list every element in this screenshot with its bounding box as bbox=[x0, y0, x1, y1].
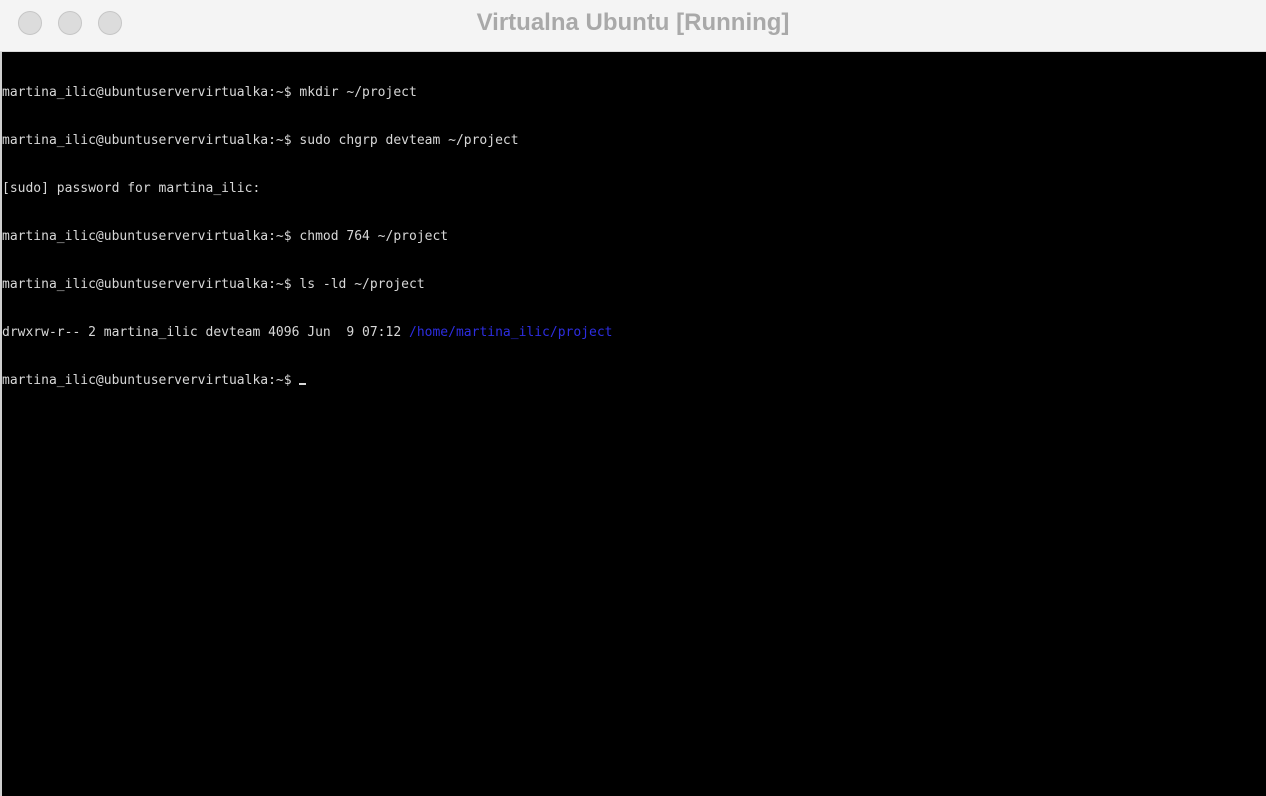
terminal-line: martina_ilic@ubuntuservervirtualka:~$ mk… bbox=[2, 85, 613, 101]
window-title: Virtualna Ubuntu [Running] bbox=[476, 9, 790, 36]
terminal-line-text: martina_ilic@ubuntuservervirtualka:~$ mk… bbox=[2, 85, 417, 100]
terminal-line: martina_ilic@ubuntuservervirtualka:~$ ls… bbox=[2, 277, 613, 293]
text-cursor-icon bbox=[299, 383, 307, 385]
terminal-line: martina_ilic@ubuntuservervirtualka:~$ su… bbox=[2, 133, 613, 149]
vm-window: Virtualna Ubuntu [Running] martina_ilic@… bbox=[0, 0, 1266, 796]
terminal-line-text: drwxrw-r-- 2 martina_ilic devteam 4096 J… bbox=[2, 325, 409, 340]
directory-path-link: /home/martina_ilic/project bbox=[409, 325, 613, 340]
terminal-line-text: martina_ilic@ubuntuservervirtualka:~$ ch… bbox=[2, 229, 449, 244]
terminal-line: martina_ilic@ubuntuservervirtualka:~$ ch… bbox=[2, 229, 613, 245]
terminal-output: martina_ilic@ubuntuservervirtualka:~$ mk… bbox=[2, 53, 613, 421]
terminal-line: drwxrw-r-- 2 martina_ilic devteam 4096 J… bbox=[2, 325, 613, 341]
terminal-prompt-line[interactable]: martina_ilic@ubuntuservervirtualka:~$ bbox=[2, 373, 613, 389]
terminal-line: [sudo] password for martina_ilic: bbox=[2, 181, 613, 197]
terminal-line-text: martina_ilic@ubuntuservervirtualka:~$ su… bbox=[2, 133, 519, 148]
terminal-line-text: martina_ilic@ubuntuservervirtualka:~$ ls… bbox=[2, 277, 425, 292]
terminal-line-text: [sudo] password for martina_ilic: bbox=[2, 181, 261, 196]
title-bar[interactable]: Virtualna Ubuntu [Running] bbox=[0, 0, 1266, 52]
terminal-prompt: martina_ilic@ubuntuservervirtualka:~$ bbox=[2, 373, 300, 388]
terminal-screen[interactable]: martina_ilic@ubuntuservervirtualka:~$ mk… bbox=[2, 52, 1266, 796]
